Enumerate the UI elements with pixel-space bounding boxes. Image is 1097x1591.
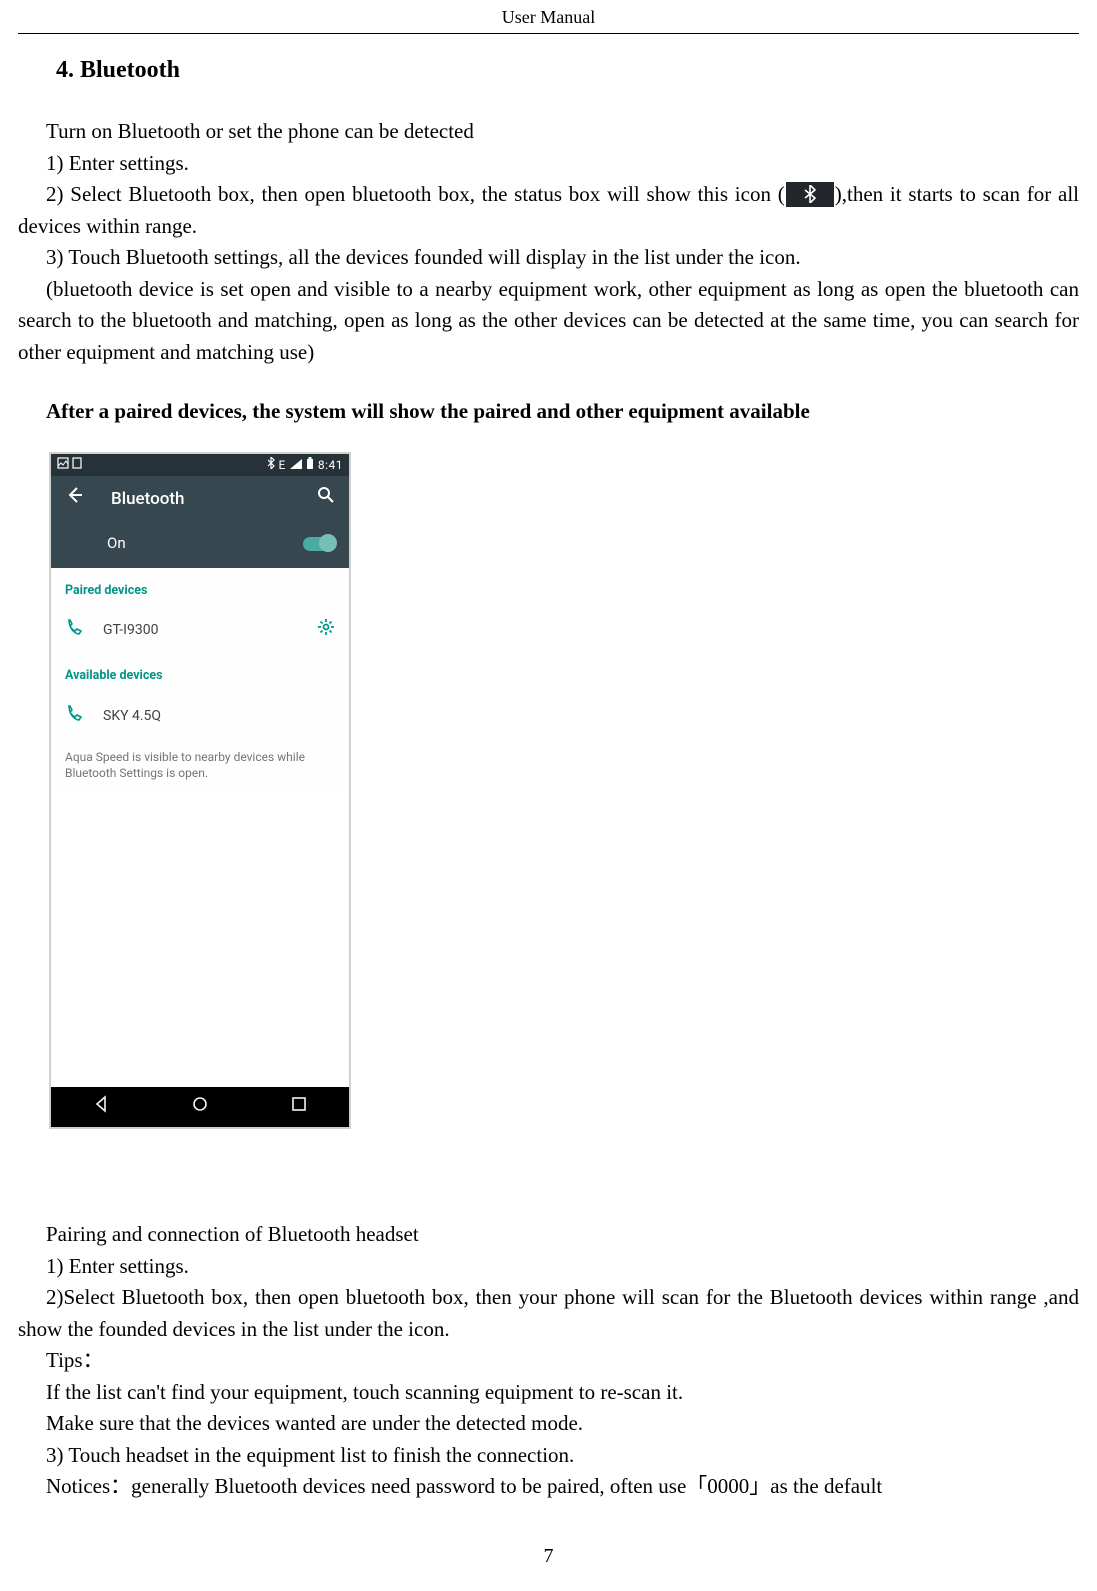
pairing-step-2: 2)Select Bluetooth box, then open blueto…	[18, 1285, 1079, 1341]
status-time: 8:41	[318, 456, 343, 474]
tip-1: If the list can't find your equipment, t…	[18, 1377, 1079, 1409]
available-header: Available devices	[51, 653, 349, 694]
nav-bar	[51, 1087, 349, 1127]
notices-line: Notices：generally Bluetooth devices need…	[46, 1474, 882, 1498]
gear-icon[interactable]	[317, 618, 335, 643]
doc-icon	[72, 456, 82, 474]
on-toggle-row[interactable]: On	[51, 524, 349, 568]
nav-back-icon[interactable]	[91, 1094, 111, 1121]
phone-icon	[65, 618, 85, 643]
pairing-step-1: 1) Enter settings.	[18, 1251, 1079, 1283]
paired-device-name: GT-I9300	[103, 620, 158, 641]
paired-device-row[interactable]: GT-I9300	[51, 608, 349, 653]
nav-home-icon[interactable]	[190, 1094, 210, 1121]
bluetooth-icon	[267, 456, 275, 474]
bt-note: (bluetooth device is set open and visibl…	[18, 277, 1079, 364]
app-bar-title: Bluetooth	[111, 487, 185, 513]
tip-2: Make sure that the devices wanted are un…	[18, 1408, 1079, 1440]
bluetooth-status-icon	[786, 182, 834, 207]
intro-line: Turn on Bluetooth or set the phone can b…	[18, 116, 1079, 148]
search-icon[interactable]	[317, 486, 335, 513]
on-label: On	[107, 532, 126, 555]
section-heading: 4. Bluetooth	[56, 52, 1079, 88]
step-2a: 2) Select Bluetooth box, then open bluet…	[46, 182, 785, 206]
phone-screenshot: E 8:41 Bluetooth On Paired devices GT-I9…	[49, 452, 351, 1130]
pairing-step-3: 3) Touch headset in the equipment list t…	[18, 1440, 1079, 1472]
image-icon	[57, 456, 69, 474]
toggle-switch[interactable]	[303, 537, 335, 551]
battery-icon	[306, 456, 314, 474]
signal-type: E	[279, 456, 286, 474]
paired-header: Paired devices	[51, 568, 349, 609]
status-bar: E 8:41	[51, 454, 349, 476]
app-bar: Bluetooth	[51, 476, 349, 524]
visibility-note: Aqua Speed is visible to nearby devices …	[51, 739, 349, 789]
available-device-name: SKY 4.5Q	[103, 706, 161, 727]
back-icon[interactable]	[65, 486, 83, 513]
page-number: 7	[18, 1541, 1079, 1571]
pairing-title: Pairing and connection of Bluetooth head…	[18, 1219, 1079, 1251]
available-device-row[interactable]: SKY 4.5Q	[51, 694, 349, 739]
step-3: 3) Touch Bluetooth settings, all the dev…	[18, 242, 1079, 274]
page-header: User Manual	[18, 0, 1079, 34]
tips-label: Tips：	[18, 1345, 1079, 1377]
step-1: 1) Enter settings.	[18, 148, 1079, 180]
phone-icon	[65, 704, 85, 729]
bold-line: After a paired devices, the system will …	[18, 396, 1079, 428]
signal-icon	[290, 456, 302, 474]
nav-recent-icon[interactable]	[289, 1094, 309, 1121]
